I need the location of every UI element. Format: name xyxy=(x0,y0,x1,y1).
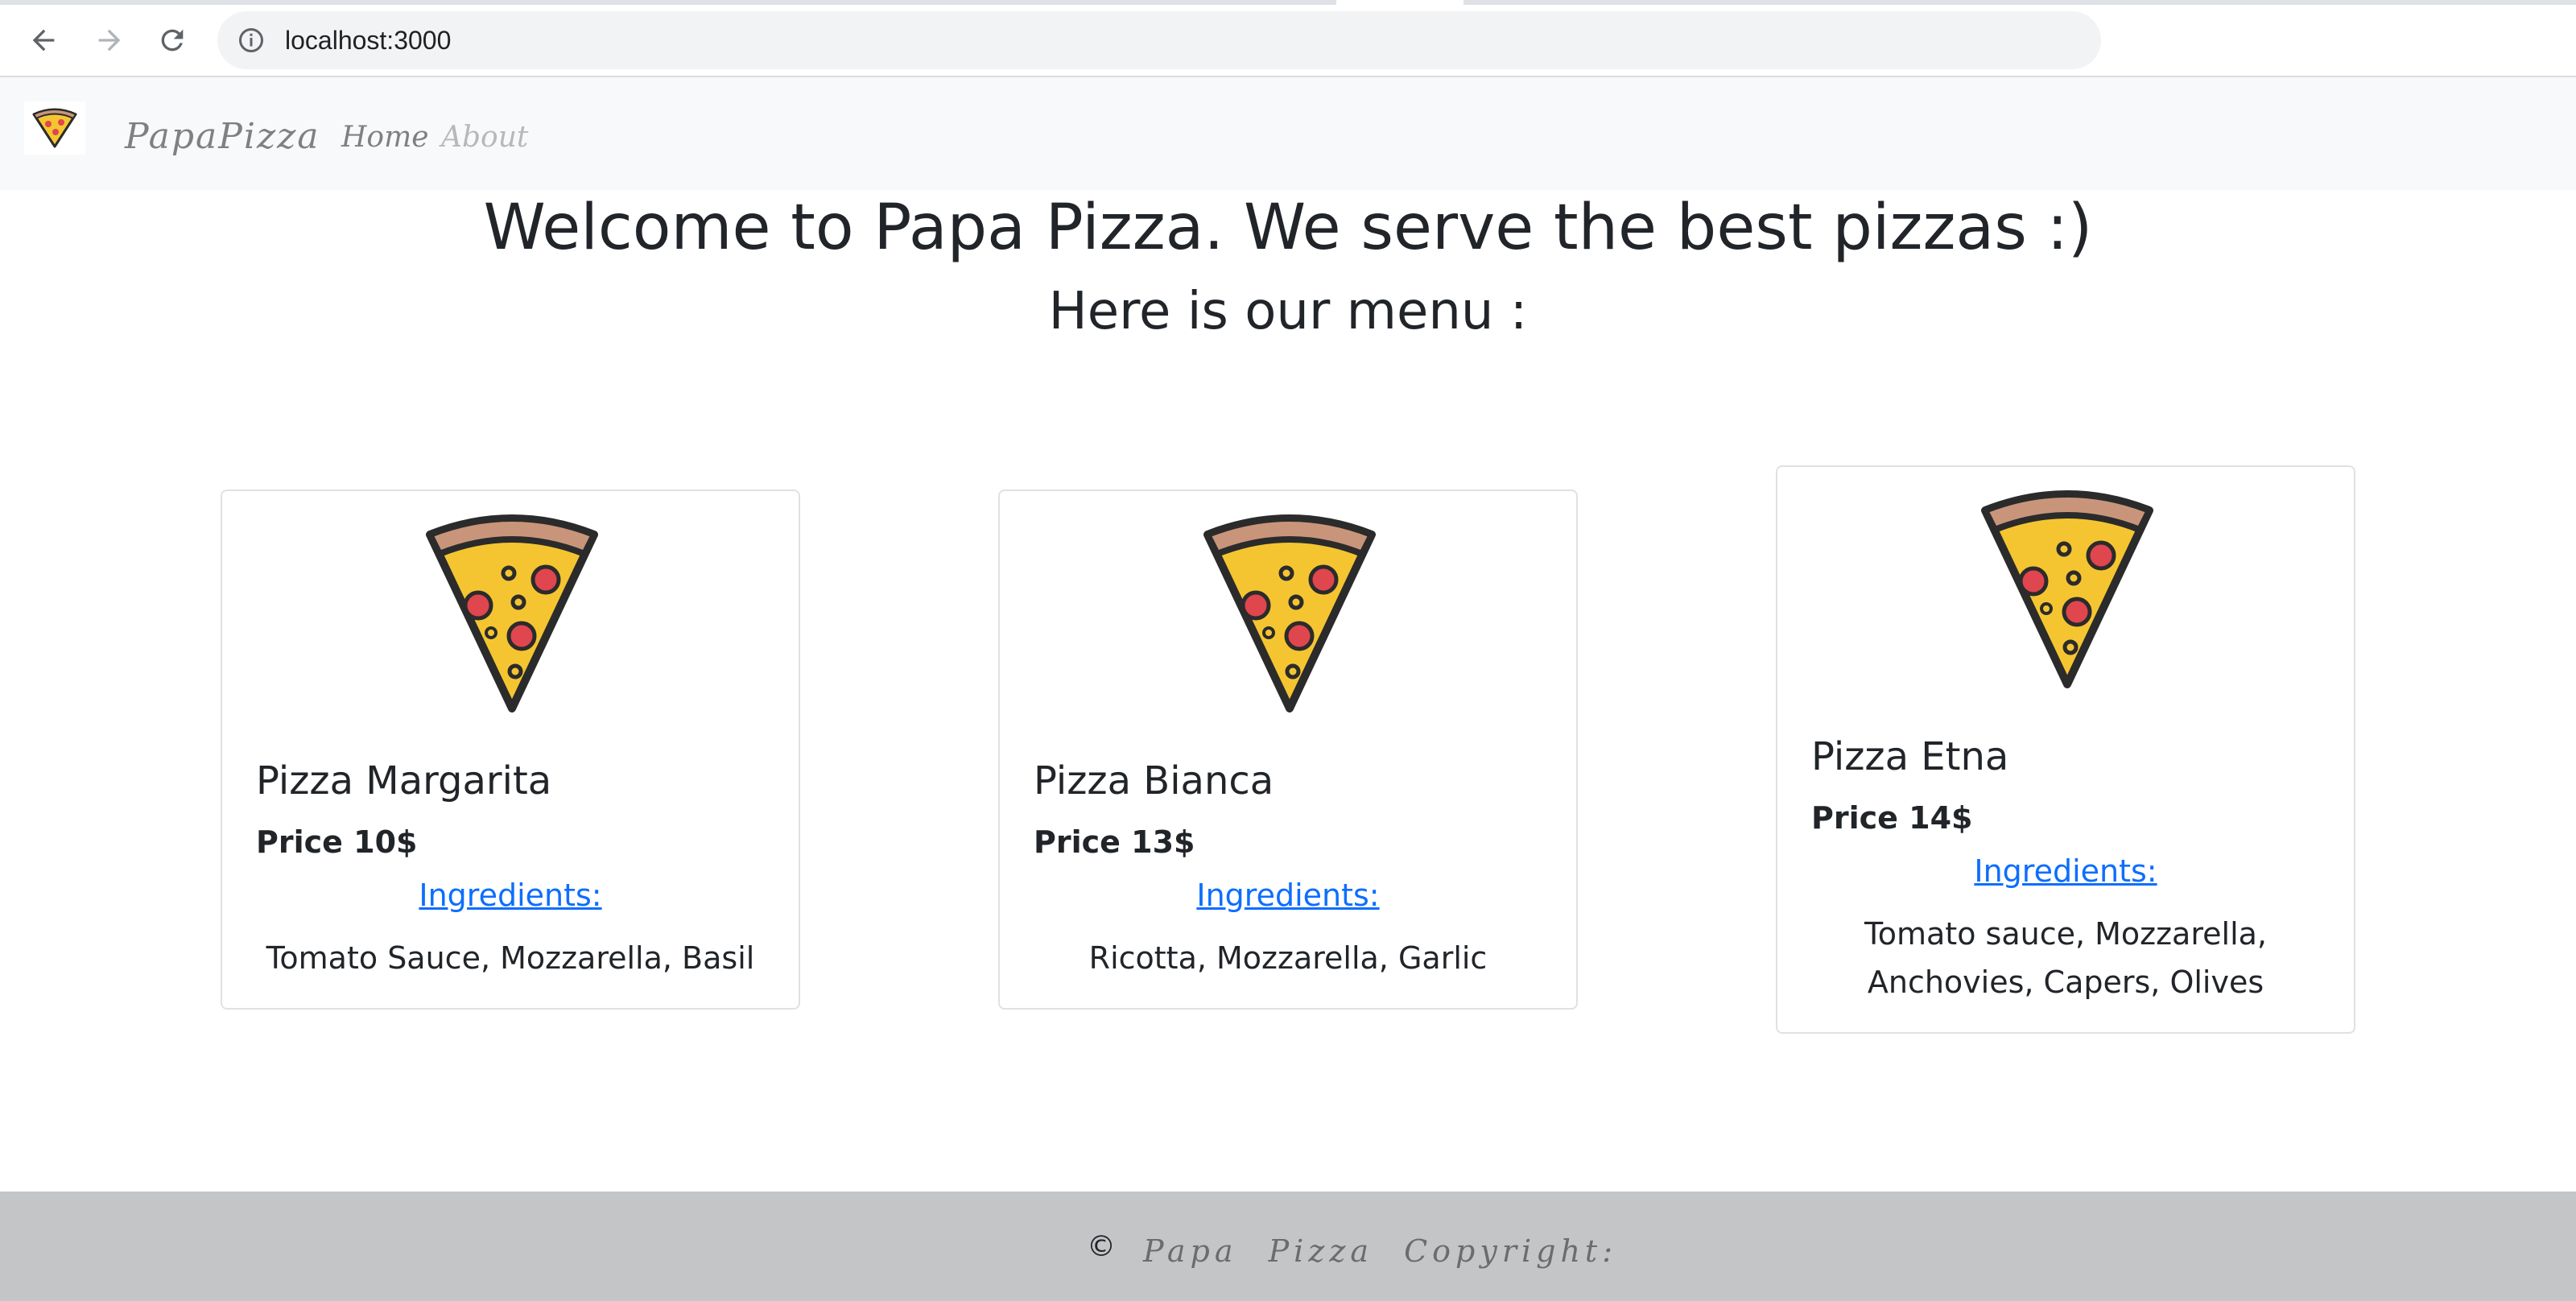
pizza-slice-icon[interactable] xyxy=(24,101,85,155)
back-button[interactable] xyxy=(21,18,66,63)
page-title: Welcome to Papa Pizza. We serve the best… xyxy=(483,192,2093,264)
address-bar[interactable]: localhost:3000 xyxy=(217,11,2101,69)
pizza-name: Pizza Margarita xyxy=(256,758,552,803)
ingredients-link[interactable]: Ingredients: xyxy=(1777,853,2354,889)
copyright-symbol: © xyxy=(1087,1230,1116,1263)
pizza-slice-icon xyxy=(1981,490,2153,688)
pizza-name: Pizza Etna xyxy=(1811,734,2009,779)
pizza-price: Price 14$ xyxy=(1811,800,1973,836)
forward-button[interactable] xyxy=(87,18,132,63)
pizza-price: Price 10$ xyxy=(256,824,418,860)
app-navbar: PapaPizza Home About xyxy=(0,77,2576,190)
menu-card-bianca: Pizza Bianca Price 13$ Ingredients: Rico… xyxy=(998,489,1578,1010)
tab-strip-left xyxy=(0,0,1336,5)
info-icon[interactable] xyxy=(237,26,266,55)
arrow-left-icon xyxy=(32,29,55,52)
browser-toolbar: localhost:3000 xyxy=(0,0,2576,77)
pizza-name: Pizza Bianca xyxy=(1034,758,1274,803)
pizza-slice-icon xyxy=(1203,514,1376,712)
footer-copyright-text: Papa Pizza Copyright: xyxy=(1143,1233,1618,1269)
nav-link-about[interactable]: About xyxy=(441,121,528,154)
reload-icon xyxy=(161,29,184,52)
brand-name[interactable]: PapaPizza xyxy=(125,116,320,157)
nav-link-home[interactable]: Home xyxy=(341,121,429,154)
ingredients-text: Tomato sauce, Mozzarella, Anchovies, Cap… xyxy=(1864,916,2267,1000)
ingredients-link[interactable]: Ingredients: xyxy=(222,878,799,913)
tab-strip-right xyxy=(1463,0,2576,5)
arrow-right-icon xyxy=(98,29,121,52)
ingredients-text: Ricotta, Mozzarella, Garlic xyxy=(1088,940,1488,976)
tab-strip xyxy=(0,0,2576,5)
menu-heading: Here is our menu : xyxy=(1048,282,1528,341)
url-text[interactable]: localhost:3000 xyxy=(285,11,451,69)
pizza-price: Price 13$ xyxy=(1034,824,1195,860)
ingredients-link[interactable]: Ingredients: xyxy=(1000,878,1576,913)
footer: © Papa Pizza Copyright: xyxy=(0,1192,2576,1301)
pizza-slice-icon xyxy=(426,514,598,712)
ingredients-text: Tomato Sauce, Mozzarella, Basil xyxy=(266,940,755,976)
menu-card-margarita: Pizza Margarita Price 10$ Ingredients: T… xyxy=(221,489,800,1010)
menu-card-etna: Pizza Etna Price 14$ Ingredients: Tomato… xyxy=(1776,465,2355,1034)
reload-button[interactable] xyxy=(150,18,195,63)
